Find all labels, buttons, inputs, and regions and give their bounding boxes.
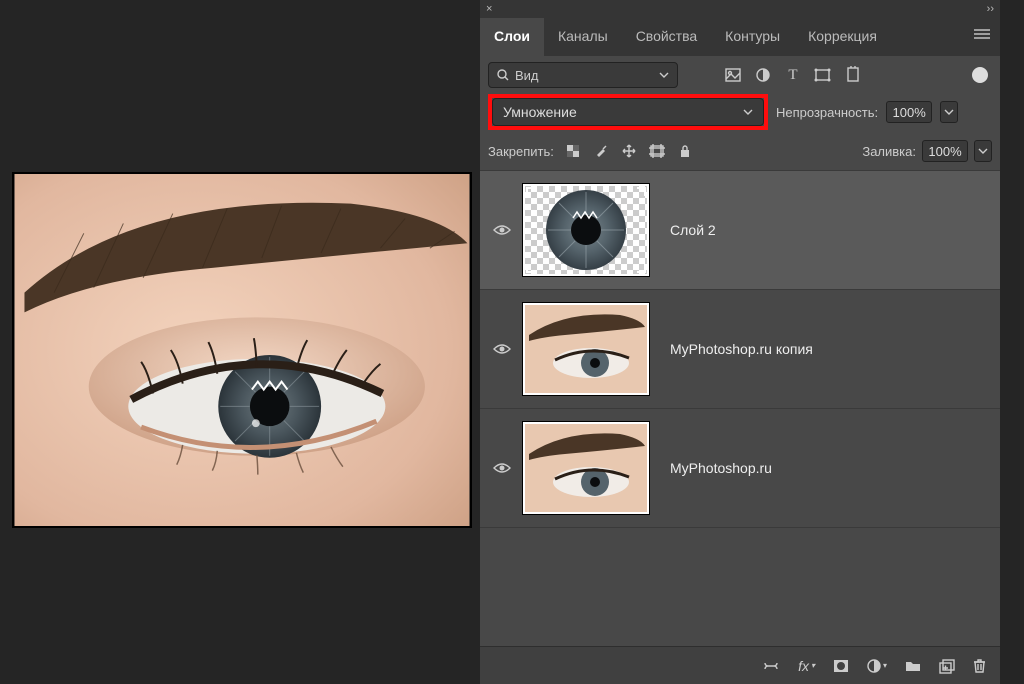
folder-icon[interactable] <box>905 659 921 672</box>
text-icon[interactable]: T <box>784 66 802 84</box>
eye-icon[interactable] <box>488 339 516 359</box>
chevron-down-icon <box>659 72 669 78</box>
eye-photo <box>14 174 470 526</box>
fill-dropdown[interactable] <box>974 140 992 162</box>
tab-layers[interactable]: Слои <box>480 18 544 56</box>
mask-icon[interactable] <box>833 659 849 673</box>
blend-row: Умножение Непрозрачность: 100% <box>480 94 1000 136</box>
brush-lock-icon[interactable] <box>592 142 610 160</box>
blend-mode-select[interactable]: Умножение <box>492 98 764 126</box>
frame-lock-icon[interactable] <box>648 142 666 160</box>
trash-icon[interactable] <box>973 658 986 673</box>
chevron-down-icon <box>743 109 753 115</box>
layers-list: Слой 2 MyPhotoshop.ru копия <box>480 170 1000 646</box>
document-canvas[interactable] <box>12 172 472 528</box>
type-filter-icons: T <box>724 66 862 84</box>
fill-circle-icon[interactable]: ▾ <box>867 659 887 673</box>
pixel-lock-icon[interactable] <box>564 142 582 160</box>
fill-value[interactable]: 100% <box>922 140 968 162</box>
eye-icon[interactable] <box>488 220 516 240</box>
layers-panel: × ›› Слои Каналы Свойства Контуры Коррек… <box>480 0 1000 684</box>
layer-name[interactable]: MyPhotoshop.ru копия <box>670 341 813 357</box>
layer-name[interactable]: Слой 2 <box>670 222 716 238</box>
opacity-value[interactable]: 100% <box>886 101 932 123</box>
tab-channels[interactable]: Каналы <box>544 18 622 56</box>
close-icon[interactable]: × <box>486 3 492 15</box>
link-icon[interactable] <box>762 661 780 671</box>
artboard-icon[interactable] <box>844 66 862 84</box>
search-icon <box>497 69 509 81</box>
layer-row[interactable]: MyPhotoshop.ru копия <box>480 290 1000 409</box>
blend-mode-value: Умножение <box>503 104 577 120</box>
collapse-icon[interactable]: ›› <box>987 3 994 15</box>
lock-row: Закрепить: Заливка: 100% <box>480 136 1000 170</box>
layer-name[interactable]: MyPhotoshop.ru <box>670 460 772 476</box>
eye-icon[interactable] <box>488 458 516 478</box>
filter-label: Вид <box>515 68 539 83</box>
layer-row[interactable]: MyPhotoshop.ru <box>480 409 1000 528</box>
fill-label: Заливка: <box>862 144 916 159</box>
fx-icon[interactable]: fx▾ <box>798 658 815 674</box>
layer-row[interactable]: Слой 2 <box>480 171 1000 290</box>
image-icon[interactable] <box>724 66 742 84</box>
tab-properties[interactable]: Свойства <box>622 18 711 56</box>
move-lock-icon[interactable] <box>620 142 638 160</box>
filter-row: Вид T <box>480 56 1000 94</box>
panel-titlebar: × ›› <box>480 0 1000 18</box>
filter-toggle[interactable] <box>972 67 988 83</box>
layer-filter-select[interactable]: Вид <box>488 62 678 88</box>
new-layer-icon[interactable] <box>939 659 955 673</box>
adjust-icon[interactable] <box>754 66 772 84</box>
opacity-label: Непрозрачность: <box>776 105 878 120</box>
shape-icon[interactable] <box>814 66 832 84</box>
layer-thumbnail[interactable] <box>522 183 650 277</box>
blend-mode-highlight: Умножение <box>488 94 768 130</box>
lock-label: Закрепить: <box>488 144 554 159</box>
panel-tabs: Слои Каналы Свойства Контуры Коррекция <box>480 18 1000 56</box>
layer-thumbnail[interactable] <box>522 421 650 515</box>
tab-adjustments[interactable]: Коррекция <box>794 18 891 56</box>
tab-paths[interactable]: Контуры <box>711 18 794 56</box>
opacity-dropdown[interactable] <box>940 101 958 123</box>
layer-thumbnail[interactable] <box>522 302 650 396</box>
menu-icon[interactable] <box>964 18 1000 56</box>
panel-footer: fx▾ ▾ <box>480 646 1000 684</box>
lock-icon[interactable] <box>676 142 694 160</box>
